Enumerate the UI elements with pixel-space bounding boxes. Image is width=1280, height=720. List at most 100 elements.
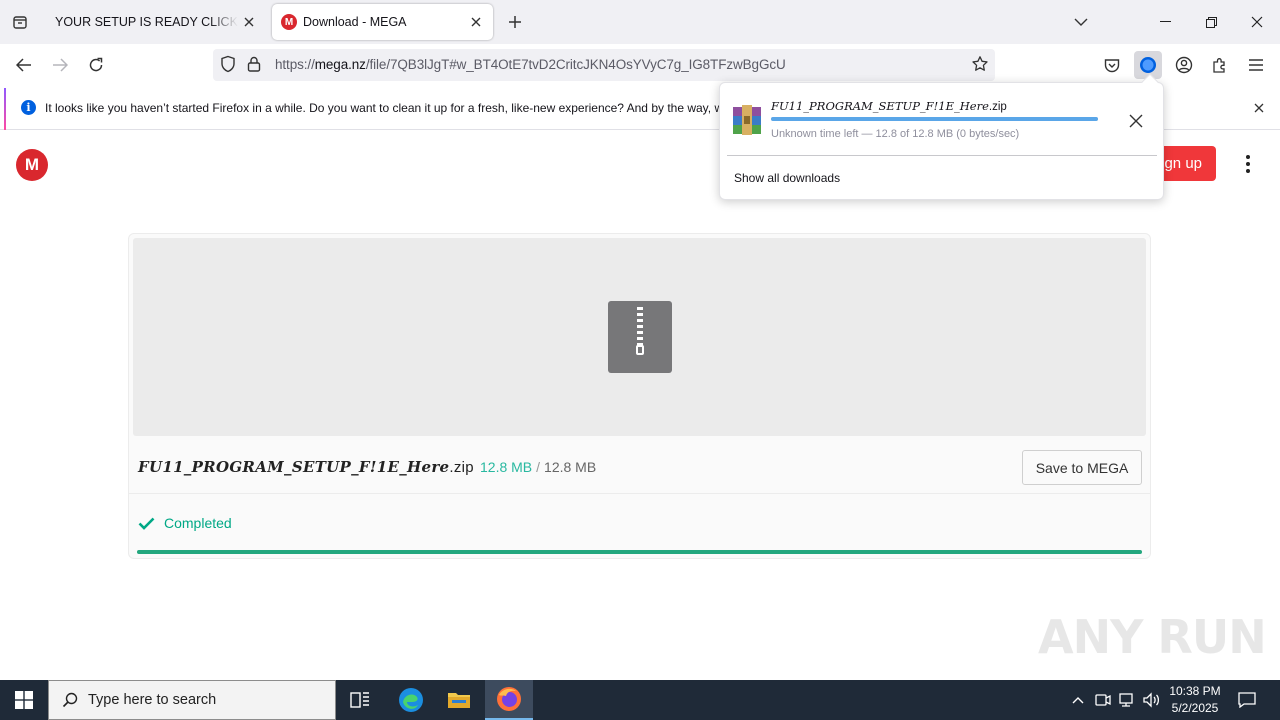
progress-fill — [137, 550, 1142, 554]
zip-file-icon — [608, 301, 672, 373]
download-item-progress — [771, 117, 1098, 121]
mega-favicon-icon: M — [281, 14, 297, 30]
pocket-button[interactable] — [1098, 51, 1126, 79]
progress-fill — [771, 117, 1098, 121]
url-scheme: https:// — [275, 57, 315, 72]
notification-accent — [4, 88, 6, 130]
chevron-down-icon — [1074, 18, 1088, 26]
task-view-icon — [350, 692, 369, 708]
pocket-icon — [1104, 58, 1120, 72]
file-explorer-taskbar-button[interactable] — [435, 680, 483, 720]
more-options-button[interactable] — [1236, 153, 1260, 175]
close-icon — [1129, 114, 1143, 128]
download-status: Completed — [138, 515, 232, 531]
navigation-toolbar: https://mega.nz/file/7QB3lJgT#w_BT4OtE7t… — [0, 44, 1280, 86]
cancel-download-button[interactable] — [1126, 111, 1146, 131]
close-window-button[interactable] — [1234, 0, 1280, 44]
mega-logo[interactable]: M — [16, 149, 48, 181]
close-tab-button[interactable] — [465, 11, 487, 33]
close-icon — [471, 17, 481, 27]
download-name-ext: .zip — [988, 101, 1007, 113]
reload-icon — [89, 57, 103, 72]
search-placeholder: Type here to search — [88, 692, 217, 708]
account-icon — [1175, 56, 1193, 74]
arrow-left-icon — [16, 58, 31, 72]
checkmark-icon — [138, 517, 155, 530]
list-all-tabs-button[interactable] — [6, 10, 34, 34]
clock-time: 10:38 PM — [1169, 684, 1221, 698]
close-icon — [244, 17, 254, 27]
close-icon — [1254, 103, 1264, 113]
info-icon: i — [21, 100, 36, 115]
new-tab-button[interactable] — [503, 10, 527, 34]
download-file-name[interactable]: FU11_PROGRAM_SETUP_F!1E_Here.zip — [771, 99, 1007, 113]
bookmark-star-icon[interactable] — [971, 55, 989, 78]
downloaded-size: 12.8 MB — [480, 459, 533, 475]
firefox-taskbar-button[interactable] — [485, 680, 533, 720]
tab-title: YOUR SETUP IS READY CLICK BELOW — [55, 15, 238, 29]
url-host: mega.nz — [314, 57, 366, 72]
notification-icon — [1238, 692, 1256, 708]
reload-button[interactable] — [82, 51, 110, 79]
winrar-archive-icon — [730, 103, 764, 137]
save-to-mega-button[interactable]: Save to MEGA — [1022, 450, 1142, 485]
total-size: 12.8 MB — [544, 459, 597, 475]
panel-divider — [727, 155, 1157, 156]
tab-download-mega[interactable]: M Download - MEGA — [272, 4, 493, 40]
extensions-button[interactable] — [1206, 51, 1234, 79]
search-icon — [62, 692, 78, 708]
download-progress-icon — [1140, 57, 1156, 73]
downloads-panel: FU11_PROGRAM_SETUP_F!1E_Here.zip Unknown… — [719, 73, 1164, 200]
lock-icon[interactable] — [247, 56, 261, 77]
download-status-text: Unknown time left — 12.8 of 12.8 MB (0 b… — [771, 128, 1020, 140]
download-name-base: FU11_PROGRAM_SETUP_F!1E_Here — [771, 99, 989, 113]
forward-button[interactable] — [46, 51, 74, 79]
hamburger-menu-icon — [1249, 59, 1263, 71]
network-tray-button[interactable] — [1117, 690, 1137, 710]
tracking-protection-shield-icon[interactable] — [219, 55, 237, 78]
chevron-up-icon — [1072, 697, 1084, 704]
meet-now-tray-button[interactable] — [1093, 690, 1113, 710]
task-view-button[interactable] — [336, 680, 384, 720]
tab-list-icon — [13, 16, 27, 29]
speaker-icon — [1143, 692, 1160, 708]
url-path: /file/7QB3lJgT#w_BT4OtE7tvD2CritcJKN4OsY… — [365, 57, 786, 72]
minimize-icon — [1159, 21, 1171, 22]
action-center-button[interactable] — [1232, 688, 1262, 712]
tab-title: Download - MEGA — [303, 15, 407, 29]
close-tab-button[interactable] — [238, 11, 260, 33]
close-notification-button[interactable] — [1254, 100, 1264, 118]
windows-taskbar: Type here to search 10:38 PM 5/2/2025 — [0, 680, 1280, 720]
show-hidden-icons-button[interactable] — [1068, 690, 1088, 710]
dot-icon — [1246, 155, 1250, 159]
notification-message: It looks like you haven’t started Firefo… — [45, 101, 724, 115]
tab-overflow-button[interactable] — [1058, 0, 1104, 44]
taskbar-search-box[interactable]: Type here to search — [48, 680, 336, 720]
folder-icon — [448, 693, 470, 708]
tab-setup-ready[interactable]: YOUR SETUP IS READY CLICK BELOW — [44, 4, 266, 40]
url-text[interactable]: https://mega.nz/file/7QB3lJgT#w_BT4OtE7t… — [275, 57, 786, 72]
volume-tray-button[interactable] — [1141, 690, 1161, 710]
plus-icon — [509, 16, 521, 28]
restore-button[interactable] — [1188, 0, 1234, 44]
windows-logo-icon — [15, 691, 33, 709]
anyrun-watermark: ANY RUN — [1038, 610, 1267, 664]
taskbar-clock[interactable]: 10:38 PM 5/2/2025 — [1165, 683, 1225, 717]
app-menu-button[interactable] — [1242, 51, 1270, 79]
firefox-icon — [497, 687, 521, 711]
file-info-row: FU11_PROGRAM_SETUP_F!1E_Here.zip 12.8 MB… — [129, 440, 1150, 494]
minimize-button[interactable] — [1142, 0, 1188, 44]
file-download-card: FU11_PROGRAM_SETUP_F!1E_Here.zip 12.8 MB… — [128, 233, 1151, 559]
dot-icon — [1246, 169, 1250, 173]
show-all-downloads-button[interactable]: Show all downloads — [734, 171, 840, 185]
account-button[interactable] — [1170, 51, 1198, 79]
file-extension: .zip — [449, 459, 474, 476]
edge-taskbar-button[interactable] — [387, 680, 435, 720]
network-icon — [1119, 693, 1133, 707]
file-size: 12.8 MB/12.8 MB — [480, 459, 596, 475]
meet-now-icon — [1095, 694, 1111, 706]
close-icon — [1251, 16, 1263, 28]
url-bar[interactable]: https://mega.nz/file/7QB3lJgT#w_BT4OtE7t… — [213, 49, 995, 81]
back-button[interactable] — [10, 51, 38, 79]
start-button[interactable] — [0, 680, 48, 720]
